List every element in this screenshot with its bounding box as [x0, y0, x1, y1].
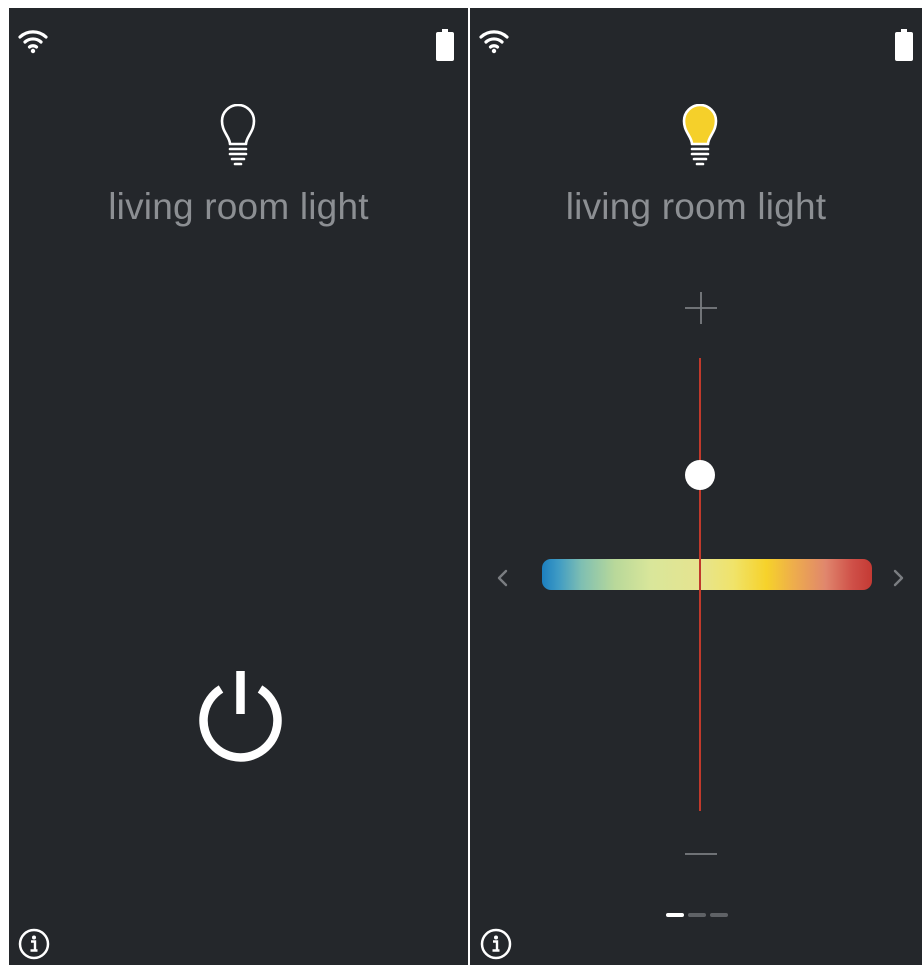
battery-icon [436, 29, 454, 61]
brightness-slider-track[interactable] [699, 358, 701, 811]
lightbulb-filled-icon [682, 104, 718, 166]
light-on-screen: living room light [470, 8, 922, 965]
device-name: living room light [108, 186, 369, 227]
light-off-screen: living room light [9, 8, 468, 965]
lightbulb-outline-icon [220, 104, 256, 166]
power-button[interactable] [193, 667, 288, 762]
info-button[interactable] [18, 928, 50, 960]
color-temperature-slider[interactable] [542, 559, 872, 590]
brightness-slider-knob[interactable] [685, 460, 715, 490]
plus-icon [685, 292, 717, 324]
wifi-icon [18, 30, 48, 54]
battery-icon [895, 29, 913, 61]
brightness-decrease-button[interactable] [684, 845, 718, 863]
device-name: living room light [565, 186, 827, 227]
brightness-increase-button[interactable] [684, 291, 718, 325]
page-indicator [666, 913, 728, 917]
chevron-right-icon[interactable] [892, 568, 906, 588]
page-dot-1[interactable] [666, 913, 684, 917]
page-dot-3[interactable] [710, 913, 728, 917]
wifi-icon [479, 30, 509, 54]
chevron-left-icon[interactable] [495, 568, 509, 588]
page-dot-2[interactable] [688, 913, 706, 917]
info-button[interactable] [480, 928, 512, 960]
